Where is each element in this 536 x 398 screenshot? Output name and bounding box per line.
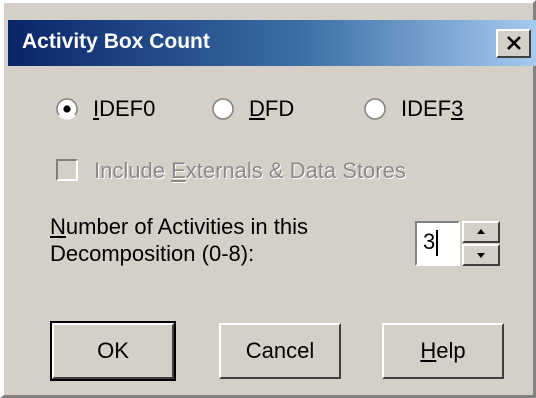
activities-count-input[interactable]: 3 — [415, 221, 460, 266]
radio-idef0-label: IDEF0 — [93, 96, 156, 121]
radio-unselected-icon — [212, 98, 234, 120]
window-title: Activity Box Count — [22, 30, 210, 53]
include-externals-label: Include Externals & Data Stores — [94, 158, 406, 183]
text-caret — [436, 230, 439, 257]
title-bar[interactable]: Activity Box Count — [8, 20, 536, 66]
radio-idef3-label: IDEF3 — [401, 96, 464, 121]
cancel-button[interactable]: Cancel — [219, 323, 341, 379]
arrow-up-icon — [477, 229, 485, 234]
checkbox-box[interactable] — [56, 159, 78, 181]
help-button[interactable]: Help — [382, 323, 504, 379]
activities-count-label: Number of Activities in this Decompositi… — [50, 214, 308, 266]
activities-count-value: 3 — [423, 229, 436, 254]
spin-up-button[interactable] — [462, 221, 500, 243]
radio-selected-icon — [56, 98, 78, 120]
radio-dfd-label: DFD — [249, 96, 295, 121]
radio-unselected-icon — [364, 98, 386, 120]
ok-button[interactable]: OK — [50, 321, 176, 381]
activity-box-count-dialog: Activity Box Count IDEF0 DFD IDEF3 Inclu… — [0, 0, 536, 398]
close-icon — [507, 36, 521, 50]
spin-down-button[interactable] — [462, 244, 500, 266]
close-button[interactable] — [496, 29, 531, 58]
arrow-down-icon — [477, 253, 485, 258]
